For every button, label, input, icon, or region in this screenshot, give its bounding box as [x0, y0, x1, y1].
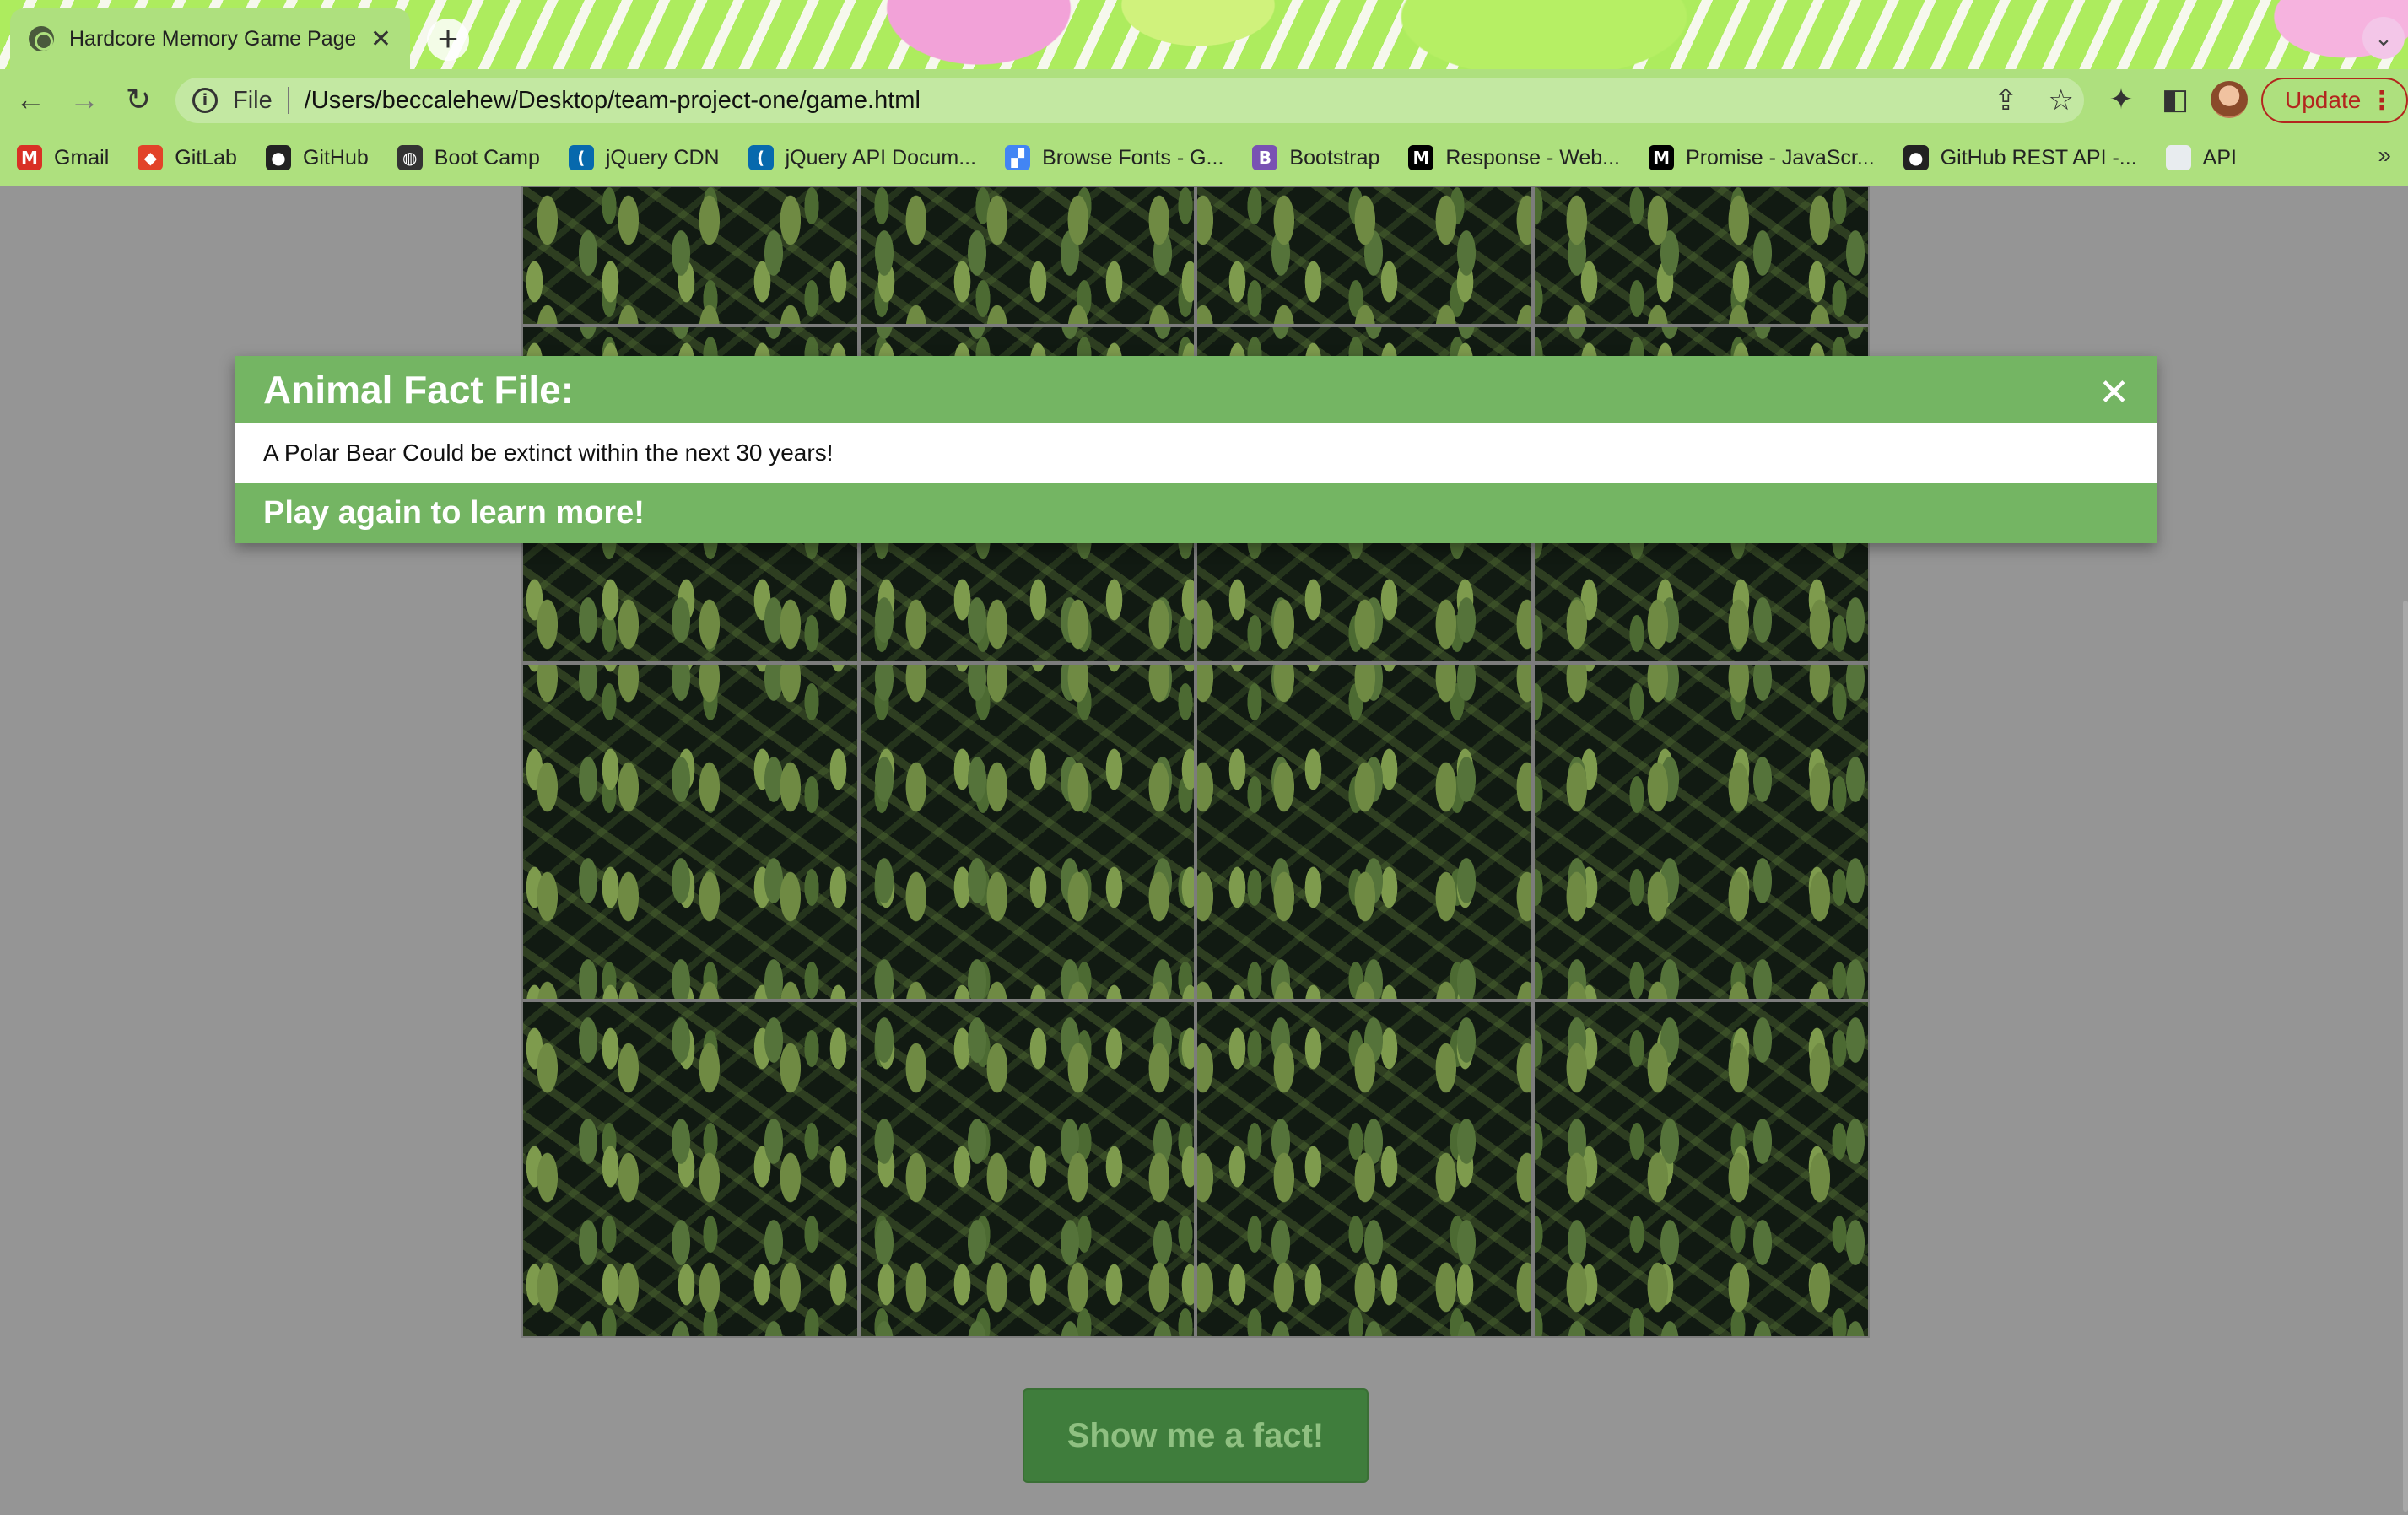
globe-icon: ◍: [397, 145, 423, 170]
gitlab-icon: ◆: [138, 145, 164, 170]
bookmark-label: Promise - JavaScr...: [1686, 145, 1875, 170]
mdn-icon: M: [1408, 145, 1434, 170]
update-label: Update: [2285, 87, 2362, 113]
bookmark-item[interactable]: ( jQuery API Docum...: [748, 145, 976, 170]
share-icon[interactable]: ⇪: [1994, 84, 2018, 117]
modal-footer: Play again to learn more!: [235, 483, 2157, 543]
bookmark-item[interactable]: M Response - Web...: [1408, 145, 1620, 170]
folder-icon: [2165, 145, 2191, 170]
bookmark-item[interactable]: M Gmail: [17, 145, 109, 170]
memory-card[interactable]: [521, 186, 859, 326]
jquery-icon: (: [568, 145, 594, 170]
browser-toolbar: ← → ↻ i File /Users/beccalehew/Desktop/t…: [0, 69, 2408, 130]
memory-card[interactable]: [858, 186, 1196, 326]
tab-search-button[interactable]: ⌄: [2362, 17, 2405, 59]
bookmark-item[interactable]: ● GitHub REST API -...: [1903, 145, 2137, 170]
bookmark-label: jQuery API Docum...: [785, 145, 977, 170]
bookmark-label: Browse Fonts - G...: [1042, 145, 1224, 170]
reload-button[interactable]: ↻: [118, 79, 159, 120]
bookmark-item[interactable]: ◆ GitLab: [138, 145, 237, 170]
bookmark-item[interactable]: ● GitHub: [265, 145, 369, 170]
bookmark-item[interactable]: ▞ Browse Fonts - G...: [1005, 145, 1223, 170]
bookmark-label: Gmail: [54, 145, 110, 170]
mdn-icon: M: [1649, 145, 1675, 170]
github-icon: ●: [265, 145, 291, 170]
modal-title: Animal Fact File:: [263, 368, 575, 412]
star-icon[interactable]: ☆: [2049, 84, 2074, 117]
memory-card[interactable]: [521, 1000, 859, 1338]
modal-footer-text: Play again to learn more!: [263, 494, 645, 531]
tab-title: Hardcore Memory Game Page: [69, 26, 355, 51]
bookmark-item[interactable]: ◍ Boot Camp: [397, 145, 540, 170]
modal-body: A Polar Bear Could be extinct within the…: [235, 423, 2157, 483]
url-scheme: File: [233, 86, 273, 114]
bookmark-label: API: [2202, 145, 2237, 170]
memory-card[interactable]: [858, 1000, 1196, 1338]
bookmark-label: Bootstrap: [1289, 145, 1380, 170]
memory-card[interactable]: [858, 663, 1196, 1000]
memory-card[interactable]: [1532, 663, 1870, 1000]
memory-card[interactable]: [1196, 1000, 1533, 1338]
close-icon[interactable]: ✕: [370, 24, 391, 54]
fact-text: A Polar Bear Could be extinct within the…: [263, 439, 834, 466]
gmail-icon: M: [17, 145, 42, 170]
forward-button[interactable]: →: [64, 79, 105, 120]
tab-strip: Hardcore Memory Game Page ✕ + ⌄: [0, 0, 2408, 69]
address-bar[interactable]: i File /Users/beccalehew/Desktop/team-pr…: [175, 78, 2084, 123]
bookmark-label: GitHub: [302, 145, 369, 170]
memory-card[interactable]: [1532, 1000, 1870, 1338]
memory-card[interactable]: [1196, 663, 1533, 1000]
bookmark-label: Boot Camp: [434, 145, 540, 170]
url-text[interactable]: /Users/beccalehew/Desktop/team-project-o…: [305, 87, 921, 115]
divider: [287, 87, 289, 114]
bookmark-item[interactable]: B Bootstrap: [1252, 145, 1379, 170]
fact-modal: Animal Fact File: ✕ A Polar Bear Could b…: [235, 356, 2157, 543]
new-tab-button[interactable]: +: [427, 19, 469, 61]
update-button[interactable]: Update ⋮: [2261, 78, 2408, 123]
bookmark-item[interactable]: API: [2165, 145, 2237, 170]
bookmark-label: Response - Web...: [1445, 145, 1621, 170]
menu-icon[interactable]: ⋮: [2369, 86, 2395, 116]
memory-card[interactable]: [1196, 186, 1533, 326]
bootstrap-icon: B: [1252, 145, 1278, 170]
modal-header: Animal Fact File: ✕: [235, 356, 2157, 423]
bookmark-label: jQuery CDN: [605, 145, 720, 170]
bookmark-item[interactable]: M Promise - JavaScr...: [1649, 145, 1875, 170]
google-fonts-icon: ▞: [1005, 145, 1031, 170]
memory-card[interactable]: [1532, 186, 1870, 326]
side-panel-icon[interactable]: ◧: [2155, 79, 2195, 120]
more-bookmarks-icon[interactable]: »: [2378, 142, 2391, 169]
back-button[interactable]: ←: [10, 79, 51, 120]
memory-card[interactable]: [521, 663, 859, 1000]
close-icon[interactable]: ✕: [2098, 375, 2130, 412]
extensions-icon[interactable]: ✦: [2101, 79, 2141, 120]
avatar[interactable]: [2211, 81, 2248, 118]
bookmark-item[interactable]: ( jQuery CDN: [568, 145, 720, 170]
globe-icon: [29, 26, 54, 51]
jquery-icon: (: [748, 145, 774, 170]
info-icon[interactable]: i: [192, 88, 218, 113]
bookmark-label: GitLab: [175, 145, 237, 170]
tab-active[interactable]: Hardcore Memory Game Page ✕: [10, 8, 410, 69]
bookmark-label: GitHub REST API -...: [1940, 145, 2137, 170]
bookmarks-bar: M Gmail ◆ GitLab ● GitHub ◍ Boot Camp ( jQuery CD…: [0, 130, 2408, 186]
scrollbar[interactable]: [2403, 601, 2408, 1512]
show-fact-button[interactable]: Show me a fact!: [1023, 1388, 1369, 1483]
github-icon: ●: [1903, 145, 1929, 170]
